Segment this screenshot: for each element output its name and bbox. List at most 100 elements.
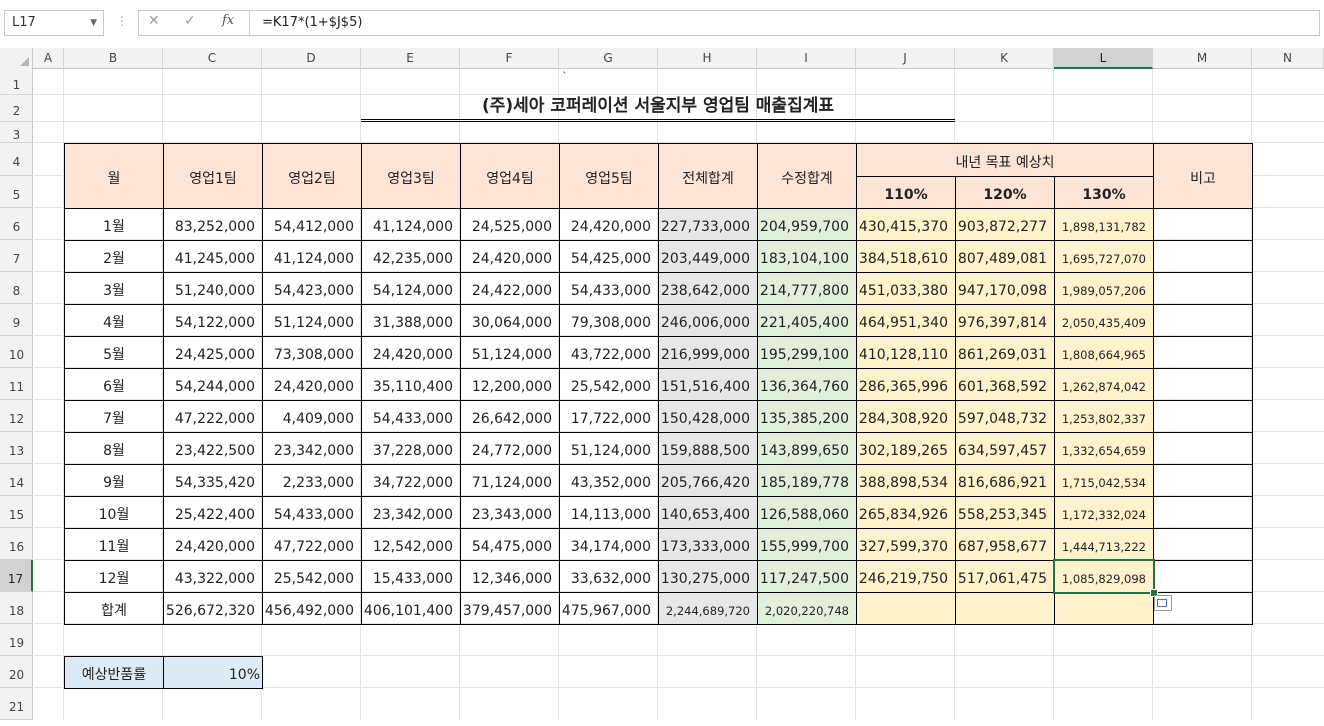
- value-cell[interactable]: 51,240,000: [163, 272, 263, 305]
- value-cell[interactable]: 1,989,057,206: [1054, 272, 1154, 305]
- value-cell[interactable]: 41,124,000: [262, 240, 362, 273]
- note-cell[interactable]: [1153, 464, 1253, 497]
- value-cell[interactable]: 83,252,000: [163, 208, 263, 241]
- row-header-18[interactable]: 18: [0, 592, 33, 624]
- total-cell[interactable]: 526,672,320: [163, 592, 263, 625]
- value-cell[interactable]: 41,245,000: [163, 240, 263, 273]
- total-cell[interactable]: [856, 592, 956, 625]
- header-total[interactable]: 전체합계: [658, 143, 758, 209]
- value-cell[interactable]: 26,642,000: [460, 400, 560, 433]
- value-cell[interactable]: 54,433,000: [262, 496, 362, 529]
- value-cell[interactable]: 24,525,000: [460, 208, 560, 241]
- header-note[interactable]: 비고: [1153, 143, 1253, 209]
- value-cell[interactable]: 41,124,000: [361, 208, 461, 241]
- value-cell[interactable]: 117,247,500: [757, 560, 857, 593]
- value-cell[interactable]: 54,124,000: [361, 272, 461, 305]
- row-header-21[interactable]: 21: [0, 688, 33, 720]
- row-header-5[interactable]: 5: [0, 176, 33, 208]
- value-cell[interactable]: 15,433,000: [361, 560, 461, 593]
- value-cell[interactable]: 73,308,000: [262, 336, 362, 369]
- value-cell[interactable]: 2,050,435,409: [1054, 304, 1154, 337]
- row-header-19[interactable]: 19: [0, 624, 33, 656]
- value-cell[interactable]: 24,425,000: [163, 336, 263, 369]
- month-cell[interactable]: 8월: [64, 432, 164, 465]
- value-cell[interactable]: 35,110,400: [361, 368, 461, 401]
- value-cell[interactable]: 136,364,760: [757, 368, 857, 401]
- note-cell[interactable]: [1153, 560, 1253, 593]
- value-cell[interactable]: 634,597,457: [955, 432, 1055, 465]
- row-header-7[interactable]: 7: [0, 240, 33, 272]
- total-cell[interactable]: [955, 592, 1055, 625]
- row-header-12[interactable]: 12: [0, 400, 33, 432]
- row-header-15[interactable]: 15: [0, 496, 33, 528]
- value-cell[interactable]: 24,420,000: [262, 368, 362, 401]
- column-header-i[interactable]: I: [757, 48, 856, 69]
- column-header-d[interactable]: D: [262, 48, 361, 69]
- value-cell[interactable]: 47,722,000: [262, 528, 362, 561]
- value-cell[interactable]: 1,085,829,098: [1054, 560, 1154, 593]
- header-team1[interactable]: 영업1팀: [163, 143, 263, 209]
- row-header-20[interactable]: 20: [0, 656, 33, 688]
- value-cell[interactable]: 384,518,610: [856, 240, 956, 273]
- value-cell[interactable]: 54,433,000: [361, 400, 461, 433]
- row-header-3[interactable]: 3: [0, 122, 33, 143]
- value-cell[interactable]: 54,423,000: [262, 272, 362, 305]
- value-cell[interactable]: 903,872,277: [955, 208, 1055, 241]
- value-cell[interactable]: 51,124,000: [460, 336, 560, 369]
- total-cell[interactable]: [1054, 592, 1154, 625]
- name-box[interactable]: L17 ▼: [4, 10, 104, 36]
- return-rate-value[interactable]: 10%: [163, 656, 263, 689]
- column-header-j[interactable]: J: [856, 48, 955, 69]
- value-cell[interactable]: 173,333,000: [658, 528, 758, 561]
- value-cell[interactable]: 54,425,000: [559, 240, 659, 273]
- formula-input[interactable]: =K17*(1+$J$5): [250, 10, 1320, 36]
- column-header-f[interactable]: F: [460, 48, 559, 69]
- total-label[interactable]: 합계: [64, 592, 164, 625]
- select-all-corner[interactable]: [0, 48, 33, 69]
- row-header-13[interactable]: 13: [0, 432, 33, 464]
- month-cell[interactable]: 9월: [64, 464, 164, 497]
- row-header-14[interactable]: 14: [0, 464, 33, 496]
- value-cell[interactable]: 1,444,713,222: [1054, 528, 1154, 561]
- header-team4[interactable]: 영업4팀: [460, 143, 560, 209]
- header-team2[interactable]: 영업2팀: [262, 143, 362, 209]
- value-cell[interactable]: 43,352,000: [559, 464, 659, 497]
- value-cell[interactable]: 601,368,592: [955, 368, 1055, 401]
- value-cell[interactable]: 47,222,000: [163, 400, 263, 433]
- value-cell[interactable]: 130,275,000: [658, 560, 758, 593]
- value-cell[interactable]: 227,733,000: [658, 208, 758, 241]
- return-rate-label[interactable]: 예상반품률: [64, 656, 164, 689]
- header-month[interactable]: 월: [64, 143, 164, 209]
- value-cell[interactable]: 284,308,920: [856, 400, 956, 433]
- value-cell[interactable]: 1,715,042,534: [1054, 464, 1154, 497]
- value-cell[interactable]: 24,420,000: [460, 240, 560, 273]
- value-cell[interactable]: 195,299,100: [757, 336, 857, 369]
- row-header-9[interactable]: 9: [0, 304, 33, 336]
- month-cell[interactable]: 10월: [64, 496, 164, 529]
- value-cell[interactable]: 150,428,000: [658, 400, 758, 433]
- note-cell[interactable]: [1153, 496, 1253, 529]
- value-cell[interactable]: 24,420,000: [163, 528, 263, 561]
- value-cell[interactable]: 54,122,000: [163, 304, 263, 337]
- total-cell[interactable]: 379,457,000: [460, 592, 560, 625]
- value-cell[interactable]: 51,124,000: [559, 432, 659, 465]
- value-cell[interactable]: 23,342,000: [262, 432, 362, 465]
- row-header-2[interactable]: 2: [0, 95, 33, 122]
- note-cell[interactable]: [1153, 400, 1253, 433]
- total-cell[interactable]: 456,492,000: [262, 592, 362, 625]
- insert-function-icon[interactable]: fx: [222, 13, 234, 28]
- value-cell[interactable]: 4,409,000: [262, 400, 362, 433]
- value-cell[interactable]: 204,959,700: [757, 208, 857, 241]
- column-header-a[interactable]: A: [33, 48, 64, 69]
- value-cell[interactable]: 54,335,420: [163, 464, 263, 497]
- row-header-10[interactable]: 10: [0, 336, 33, 368]
- value-cell[interactable]: 430,415,370: [856, 208, 956, 241]
- month-cell[interactable]: 4월: [64, 304, 164, 337]
- value-cell[interactable]: 246,006,000: [658, 304, 758, 337]
- value-cell[interactable]: 23,343,000: [460, 496, 560, 529]
- value-cell[interactable]: 517,061,475: [955, 560, 1055, 593]
- value-cell[interactable]: 2,233,000: [262, 464, 362, 497]
- value-cell[interactable]: 205,766,420: [658, 464, 758, 497]
- value-cell[interactable]: 597,048,732: [955, 400, 1055, 433]
- note-cell[interactable]: [1153, 432, 1253, 465]
